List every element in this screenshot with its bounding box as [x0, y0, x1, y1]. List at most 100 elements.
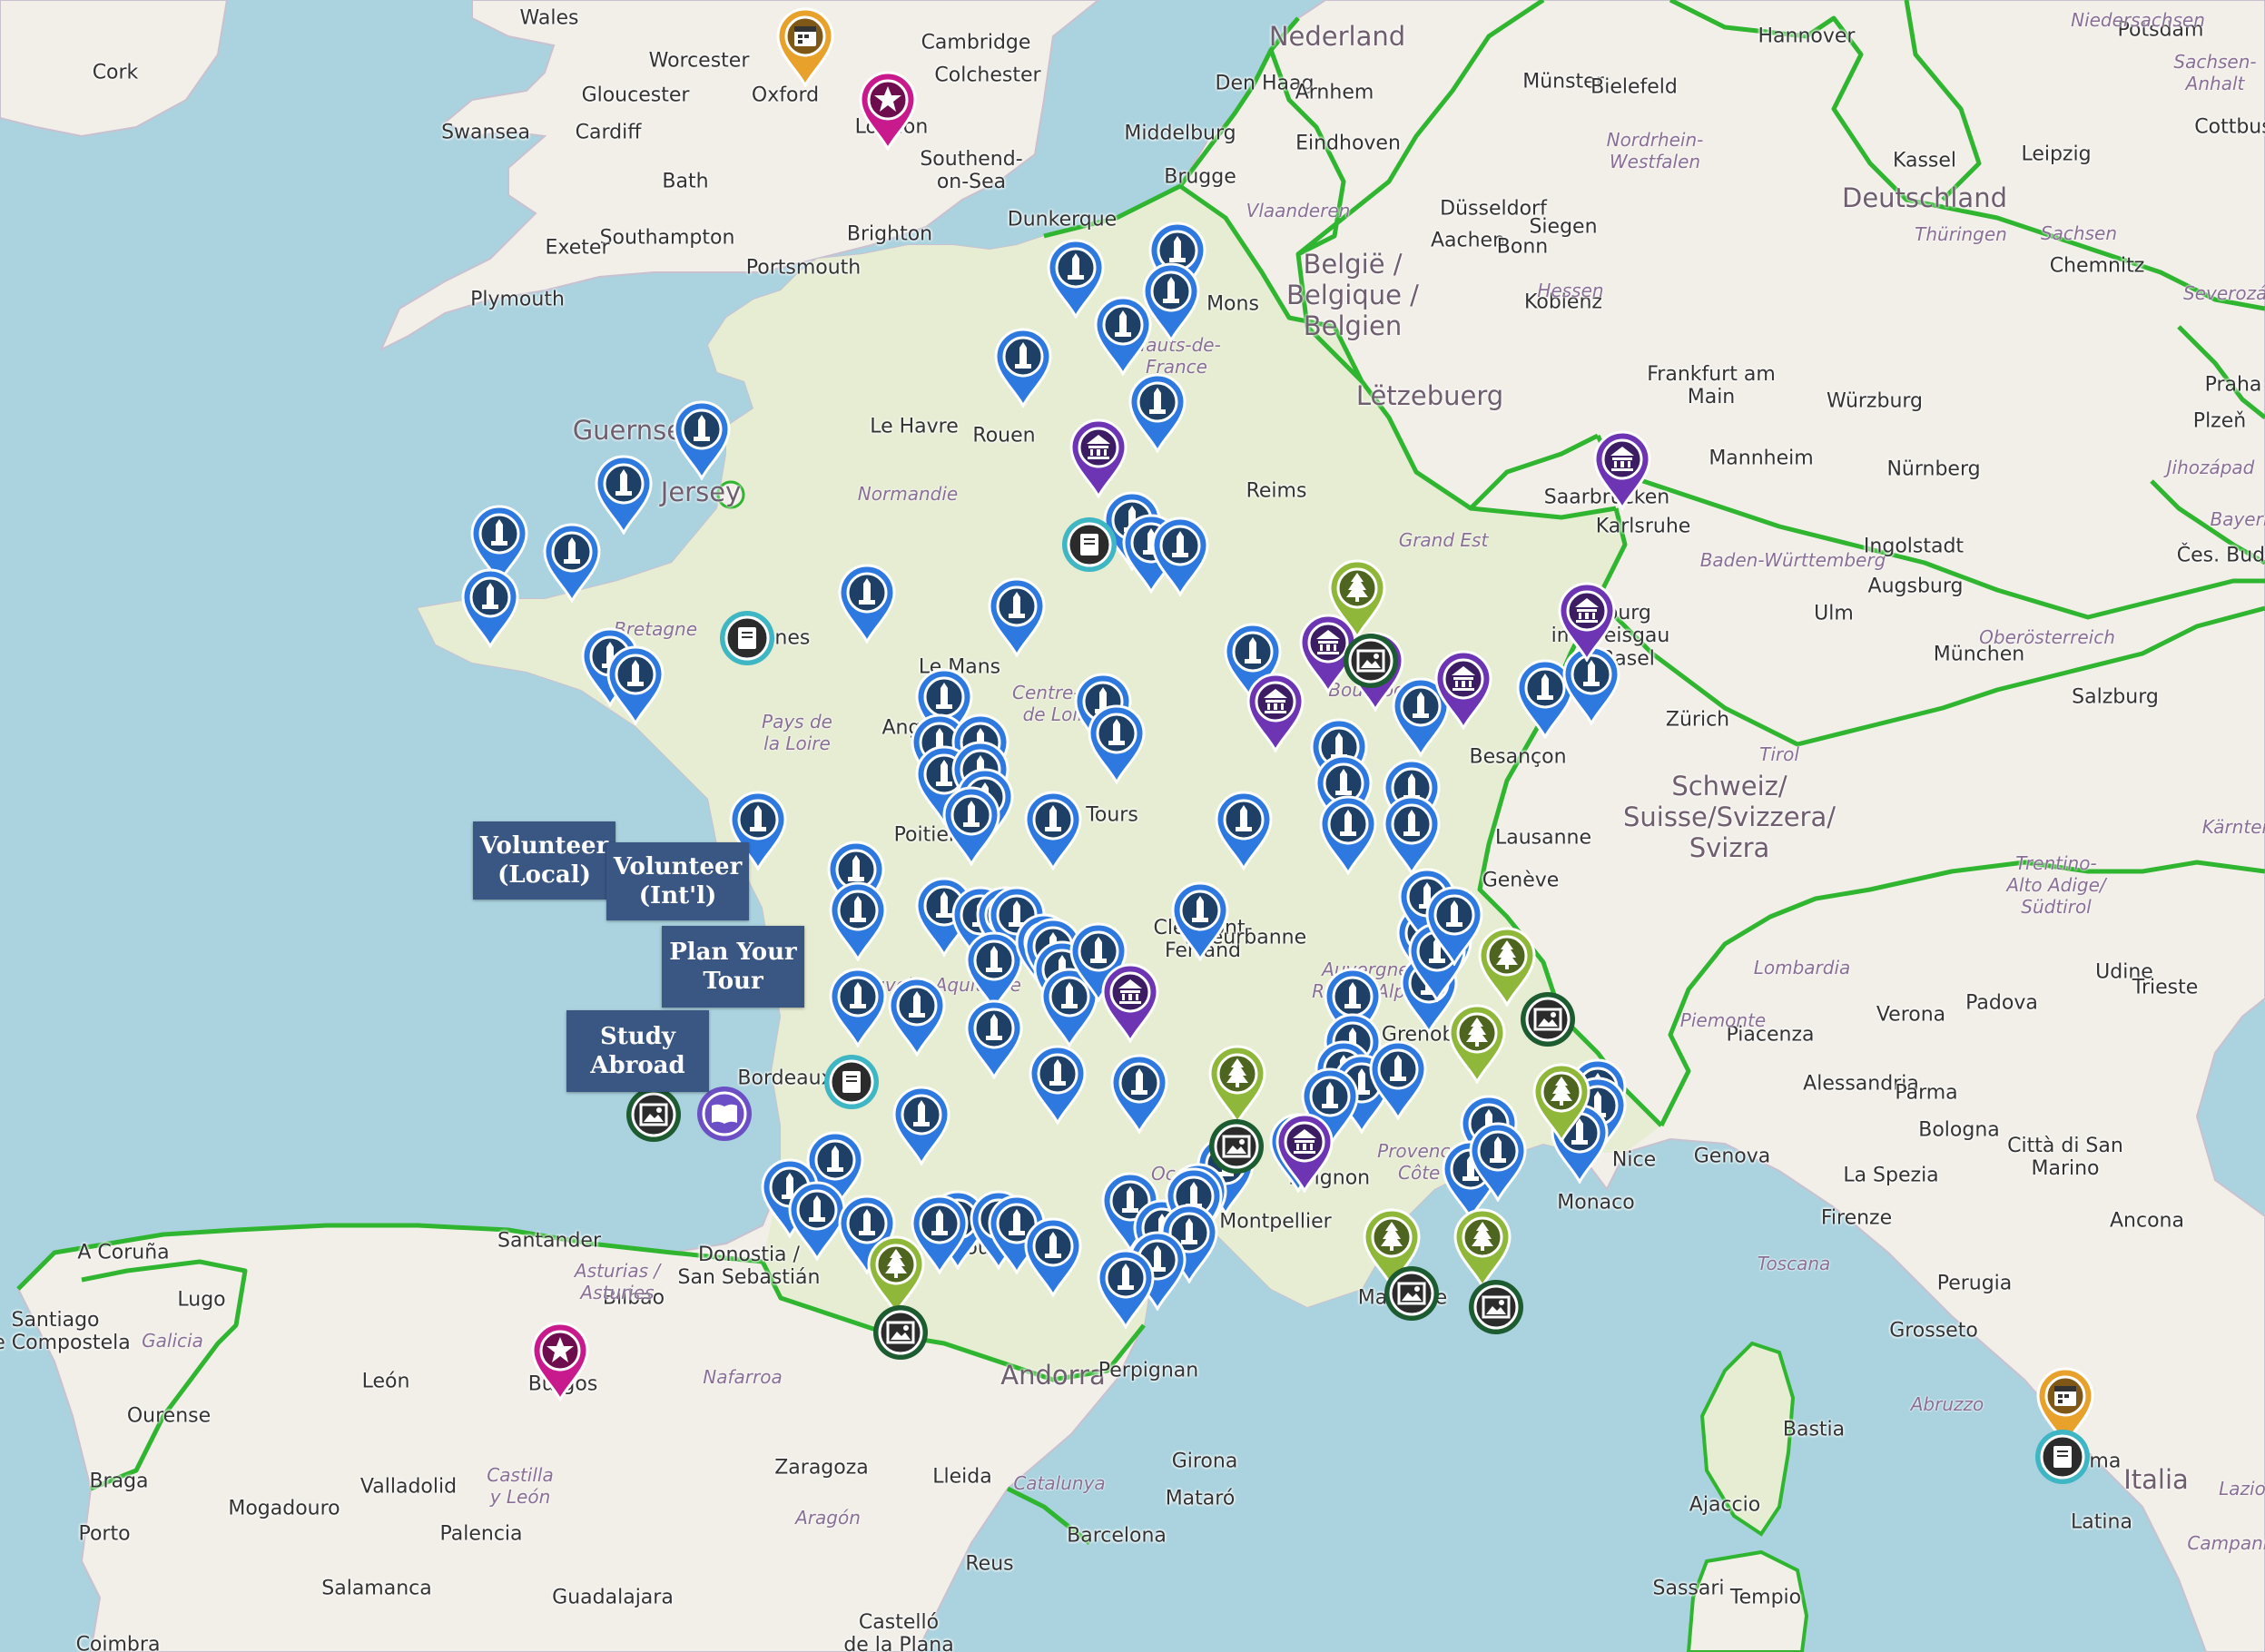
museum-icon	[1434, 650, 1492, 730]
map-pin-monument[interactable]	[886, 975, 948, 1057]
map-pin-monument[interactable]	[827, 966, 889, 1047]
map-container[interactable]: Nederland België / Belgique / Belgien Lëtz…	[0, 0, 2265, 1652]
gallery-icon	[1521, 992, 1575, 1047]
calendar-icon	[776, 7, 834, 87]
monument-icon	[988, 577, 1046, 657]
map-pin-monument[interactable]	[1027, 1043, 1088, 1125]
map-pin-monument[interactable]	[940, 784, 1002, 866]
map-pin-monument[interactable]	[1213, 789, 1275, 870]
book-icon	[2035, 1430, 2090, 1484]
tree-icon	[1532, 1063, 1590, 1143]
map-pin-monument[interactable]	[671, 398, 733, 480]
gallery-icon	[626, 1087, 681, 1142]
monument-icon	[829, 881, 887, 961]
map-marker-gallery[interactable]	[1342, 632, 1400, 690]
monument-icon	[1024, 791, 1082, 870]
map-marker-gallery[interactable]	[1519, 990, 1577, 1048]
map-pin-tree[interactable]	[1452, 1206, 1513, 1288]
monument-icon	[1110, 1054, 1168, 1134]
monument-icon	[1215, 791, 1273, 870]
map-pin-monument[interactable]	[1140, 261, 1202, 342]
map-marker-gallery[interactable]	[1207, 1117, 1265, 1175]
monument-icon	[1171, 881, 1229, 961]
map-marker-gallery[interactable]	[1467, 1278, 1525, 1336]
volunteer-intl-button[interactable]: Volunteer (Int'l)	[606, 842, 749, 920]
monument-icon	[1369, 1040, 1427, 1120]
monument-icon	[673, 400, 731, 480]
map-pin-tree[interactable]	[1326, 557, 1388, 639]
map-pin-star[interactable]	[857, 69, 919, 151]
monument-icon	[892, 1086, 950, 1165]
gallery-icon	[1344, 634, 1398, 688]
map-marker-book[interactable]	[822, 1053, 881, 1111]
monument-icon	[1029, 1045, 1087, 1125]
map-pin-tree[interactable]	[1206, 1043, 1268, 1125]
map-pin-monument[interactable]	[827, 880, 889, 961]
map-pin-museum[interactable]	[1245, 671, 1306, 752]
map-marker-book[interactable]	[718, 609, 776, 667]
map-pin-monument[interactable]	[1127, 371, 1188, 453]
map-marker-book[interactable]	[2034, 1428, 2092, 1486]
map-pin-monument[interactable]	[891, 1084, 952, 1165]
map-marker-gallery[interactable]	[872, 1303, 930, 1362]
map-pin-monument[interactable]	[605, 644, 666, 725]
monument-icon	[1088, 704, 1146, 784]
map-pin-museum[interactable]	[1591, 428, 1653, 510]
map-pin-monument[interactable]	[992, 326, 1054, 408]
monument-icon	[1097, 1249, 1155, 1329]
map-basemap[interactable]	[0, 0, 2265, 1652]
map-pin-monument[interactable]	[1317, 793, 1379, 875]
volunteer-local-button[interactable]: Volunteer (Local)	[473, 821, 615, 900]
map-pin-monument[interactable]	[986, 575, 1048, 657]
map-marker-openbook[interactable]	[695, 1085, 753, 1143]
map-pin-monument[interactable]	[1022, 1215, 1084, 1297]
tree-icon	[1208, 1045, 1266, 1125]
map-pin-calendar[interactable]	[774, 5, 836, 87]
gallery-icon	[873, 1305, 928, 1360]
map-pin-star[interactable]	[529, 1320, 591, 1401]
monument-icon	[829, 968, 887, 1047]
museum-icon	[1101, 963, 1159, 1043]
map-pin-monument[interactable]	[836, 562, 898, 644]
monument-icon	[1142, 262, 1200, 342]
map-pin-museum[interactable]	[1068, 417, 1129, 498]
monument-icon	[1024, 1217, 1082, 1297]
map-pin-tree[interactable]	[1531, 1061, 1592, 1143]
tree-icon	[1453, 1208, 1512, 1288]
map-marker-book[interactable]	[1060, 516, 1118, 574]
monument-icon	[1128, 373, 1187, 453]
study-abroad-button[interactable]: Study Abroad	[566, 1010, 709, 1092]
map-pin-museum[interactable]	[1556, 580, 1618, 662]
map-pin-museum[interactable]	[1433, 648, 1494, 730]
map-pin-monument[interactable]	[1022, 789, 1084, 870]
museum-icon	[1069, 418, 1128, 498]
map-pin-monument[interactable]	[1169, 880, 1231, 961]
map-marker-gallery[interactable]	[1383, 1264, 1441, 1323]
monument-icon	[1151, 516, 1209, 596]
map-pin-monument[interactable]	[1467, 1120, 1529, 1202]
map-pin-museum[interactable]	[1099, 961, 1161, 1043]
map-pin-monument[interactable]	[963, 998, 1025, 1079]
book-icon	[720, 611, 774, 665]
map-pin-monument[interactable]	[1367, 1038, 1429, 1120]
map-pin-monument[interactable]	[1095, 1247, 1157, 1329]
star-icon	[531, 1322, 589, 1401]
map-pin-monument[interactable]	[1381, 793, 1443, 875]
gallery-icon	[1384, 1266, 1439, 1321]
map-pin-tree[interactable]	[1446, 1002, 1508, 1084]
monument-icon	[461, 568, 519, 648]
map-pin-museum[interactable]	[1274, 1111, 1335, 1193]
gallery-icon	[1469, 1280, 1523, 1334]
map-pin-monument[interactable]	[1149, 515, 1211, 596]
monument-icon	[888, 977, 946, 1057]
museum-icon	[1275, 1113, 1334, 1193]
map-pin-monument[interactable]	[1086, 703, 1147, 784]
plan-tour-button[interactable]: Plan Your Tour	[662, 926, 804, 1008]
monument-icon	[1319, 795, 1377, 875]
map-pin-monument[interactable]	[459, 566, 521, 648]
tree-icon	[1448, 1004, 1506, 1084]
map-marker-gallery[interactable]	[625, 1086, 683, 1144]
open-book-icon	[697, 1087, 752, 1141]
map-pin-monument[interactable]	[541, 521, 603, 603]
map-pin-monument[interactable]	[1108, 1052, 1170, 1134]
